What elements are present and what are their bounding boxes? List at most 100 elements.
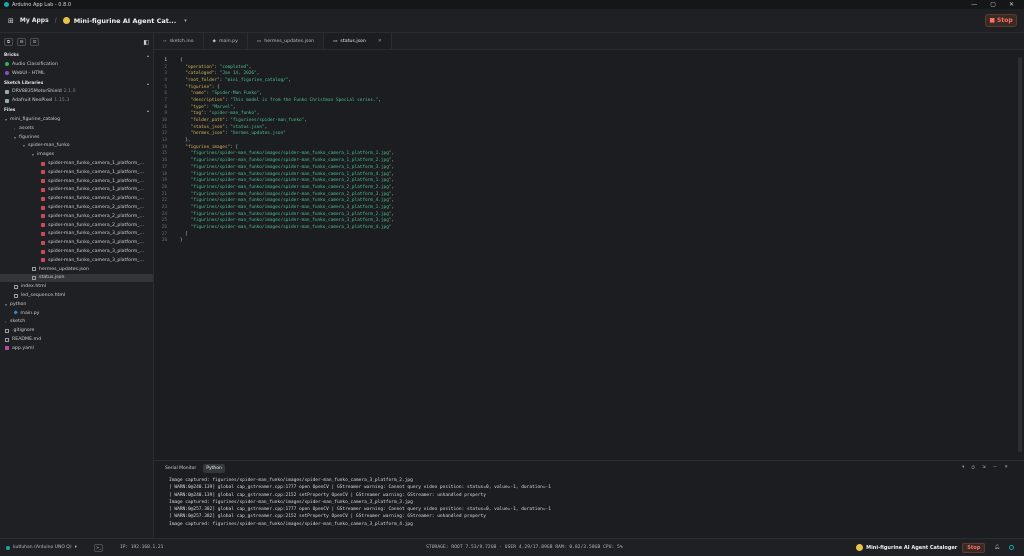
code-line: 10 "folder_path": "figurines/spider-man_…	[154, 117, 1014, 124]
files-section-header[interactable]: Files ▴	[0, 106, 153, 115]
tab-label: main.py	[218, 38, 238, 44]
libraries-list: DRV8835MotorShield 2.1.0 Adafruit NeoPixel…	[0, 88, 153, 106]
code-token: "This model is from the Funko Christmas …	[230, 97, 379, 103]
file-tree-item[interactable]: spider-man_funko_camera_1_platform_...	[0, 168, 153, 177]
library-item[interactable]: DRV8835MotorShield 2.1.0	[0, 88, 153, 97]
file-tree-item[interactable]: app.yaml	[0, 344, 153, 353]
brick-item[interactable]: Audio Classification	[0, 60, 153, 69]
code-editor[interactable]: 1{2 "operation": "completed", 3 "cataloge…	[154, 57, 1014, 457]
log-line: [ WARN:0@240.139] global cap_gstreamer.c…	[169, 485, 552, 491]
file-tree-item[interactable]: ▾ figurines	[0, 133, 153, 142]
file-tree-item[interactable]: spider-man_funko_camera_1_platform_...	[0, 177, 153, 186]
file-tree-item[interactable]: spider-man_funko_camera_3_platform_...	[0, 256, 153, 265]
terminal-icon[interactable]: >_	[94, 543, 103, 552]
expand-icon[interactable]: ⇲	[982, 465, 986, 471]
library-icon	[5, 98, 9, 103]
status-stop-button[interactable]: Stop	[962, 542, 986, 553]
stop-button[interactable]: ■ Stop	[985, 14, 1017, 27]
file-tree-item[interactable]: spider-man_funko_camera_2_platform_...	[0, 194, 153, 203]
my-apps-link[interactable]: My Apps	[20, 17, 49, 24]
apps-grid-icon[interactable]: ⊞	[8, 17, 14, 25]
ip-address: IP: 192.168.1.21	[120, 545, 164, 550]
file-type-icon: ▭	[333, 38, 338, 44]
log-line: [ WARN:0@240.139] global cap_gstreamer.c…	[169, 492, 486, 498]
img-file-icon	[41, 214, 45, 219]
file-tree-item[interactable]: spider-man_funko_camera_2_platform_...	[0, 212, 153, 221]
file-tree-item[interactable]: ▾ mini_figurine_catalog	[0, 115, 153, 124]
chevron-down-icon: ▾	[184, 17, 187, 24]
sidebar-collapse-icon[interactable]: ◧	[143, 39, 149, 46]
minimize-icon[interactable]: —	[971, 1, 977, 8]
file-tree-label: spider-man_funko_camera_2_platform_...	[48, 213, 145, 219]
line-number: 13	[161, 138, 167, 144]
code-token: "hermes_json"	[190, 131, 225, 137]
line-number: 9	[164, 111, 167, 117]
file-tree-item[interactable]: led_sequence.html	[0, 291, 153, 300]
editor-scrollbar[interactable]	[1018, 57, 1022, 452]
file-tree-item[interactable]: spider-man_funko_camera_2_platform_...	[0, 203, 153, 212]
bricks-header-label: Bricks	[4, 53, 19, 58]
close-icon[interactable]: ✕	[1009, 1, 1014, 8]
file-tree-item[interactable]: spider-man_funko_camera_3_platform_...	[0, 238, 153, 247]
file-tree-item[interactable]: README.md	[0, 335, 153, 344]
code-token: "completed"	[219, 64, 249, 70]
close-tab-icon[interactable]: ✕	[378, 39, 382, 44]
maximize-icon[interactable]: ▢	[990, 1, 996, 8]
line-number: 7	[164, 97, 167, 103]
file-tree-label: .gitignore	[12, 328, 35, 334]
file-tree-item[interactable]: spider-man_funko_camera_1_platform_...	[0, 186, 153, 195]
brick-item[interactable]: WebUI - HTML	[0, 69, 153, 78]
file-tree-label: spider-man_funko	[28, 143, 70, 149]
libraries-section-header[interactable]: Sketch Libraries ▴	[0, 79, 153, 88]
code-token: "figurines/spider-man_funko/images/spide…	[190, 218, 392, 224]
file-tree-item[interactable]: main.py	[0, 309, 153, 318]
code-token: ,	[391, 218, 395, 224]
file-tree-item[interactable]: ▾ python	[0, 300, 153, 309]
file-tree-item[interactable]: spider-man_funko_camera_1_platform_...	[0, 159, 153, 168]
tab-sketch-ino[interactable]: ‹› sketch.ino	[154, 33, 204, 49]
file-tree-item[interactable]: › sketch	[0, 318, 153, 327]
file-tree-item[interactable]: › assets	[0, 124, 153, 133]
library-item[interactable]: Adafruit NeoPixel 1.15.3	[0, 96, 153, 105]
sidebar-tool-bricks-icon[interactable]: ⧉	[4, 38, 13, 46]
app-title-dropdown[interactable]: Mini-figurine AI Agent Cat... ▾	[62, 17, 187, 25]
board-selector[interactable]: kutluhan (Arduino UNO Q) ▾	[6, 545, 94, 550]
file-tree-item[interactable]: spider-man_funko_camera_3_platform_...	[0, 230, 153, 239]
tab-main-py[interactable]: ◆ main.py	[204, 33, 248, 49]
panel-tab-python[interactable]: Python	[203, 463, 225, 473]
clock-icon[interactable]: ⏱	[971, 465, 975, 471]
tab-hermes-updates-json[interactable]: ▭ hermes_updates.json	[248, 33, 325, 49]
line-number: 23	[161, 204, 167, 210]
sidebar-tool-files-icon[interactable]: ⊡	[30, 38, 39, 46]
bricks-section-header[interactable]: Bricks ▴	[0, 51, 153, 60]
panel-tab-serial-monitor[interactable]: Serial Monitor	[162, 464, 199, 473]
code-token: "hermes_updates.json"	[230, 131, 286, 137]
file-tree-item[interactable]: ▾ spider-man_funko	[0, 142, 153, 151]
file-tree-item[interactable]: hermes_updates.json	[0, 265, 153, 274]
file-tree-item[interactable]: ▾ images	[0, 150, 153, 159]
file-tree-item[interactable]: spider-man_funko_camera_2_platform_...	[0, 221, 153, 230]
code-line: 19 "figurines/spider-man_funko/images/sp…	[154, 177, 1014, 184]
file-tree-item[interactable]: index.html	[0, 282, 153, 291]
globe-icon[interactable]	[1009, 545, 1014, 550]
line-number: 11	[161, 124, 167, 130]
minimize-panel-icon[interactable]: —	[993, 465, 998, 471]
code-token: ,	[391, 191, 395, 197]
file-tree-item[interactable]: status.json	[0, 273, 153, 283]
line-number: 27	[161, 231, 167, 237]
filter-icon[interactable]: ▾	[962, 465, 964, 471]
sidebar-tool-libraries-icon[interactable]: ⊟	[17, 38, 26, 46]
tab-status-json[interactable]: ▭ status.json ✕	[324, 33, 392, 49]
bell-icon[interactable]: 🔔︎	[994, 545, 1000, 550]
code-token: : {	[211, 84, 220, 90]
file-tree-item[interactable]: .gitignore	[0, 326, 153, 335]
close-panel-icon[interactable]: ✕	[1004, 465, 1008, 471]
img-file-icon	[41, 196, 45, 201]
file-tree-item[interactable]: spider-man_funko_camera_3_platform_...	[0, 247, 153, 256]
